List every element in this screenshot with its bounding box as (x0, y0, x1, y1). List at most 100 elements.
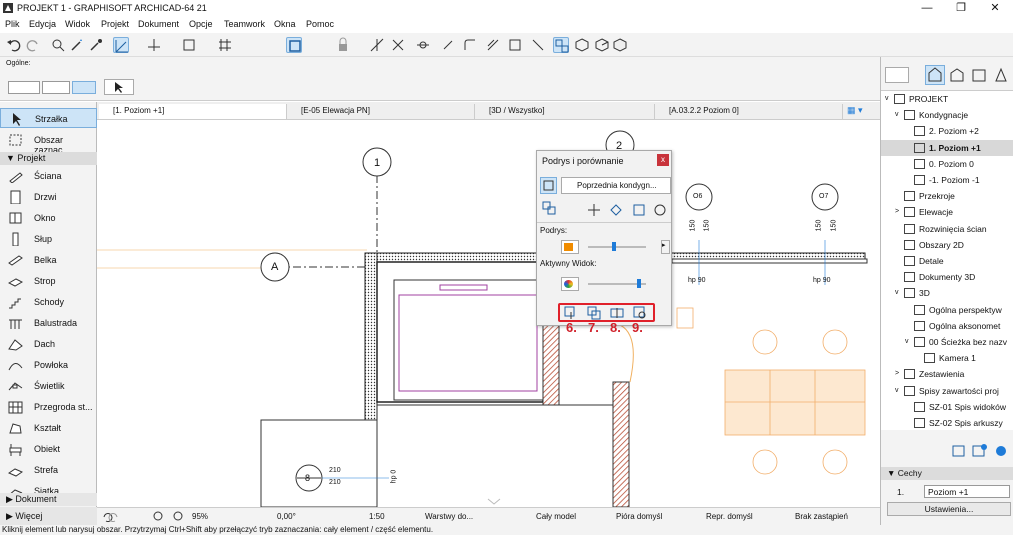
expand-icon[interactable]: v (895, 107, 899, 123)
minimize-button[interactable]: — (910, 0, 944, 17)
navigator-options-icon[interactable] (885, 67, 909, 83)
swap-reference-icon[interactable] (542, 201, 556, 215)
properties-header[interactable]: ▼ Cechy (881, 467, 1013, 480)
reset-view-icon[interactable] (633, 306, 647, 320)
podrys-opacity-slider[interactable] (588, 242, 646, 251)
expand-icon[interactable]: v (895, 383, 899, 399)
model-view-option[interactable]: Cały model (536, 512, 576, 521)
gravity-icon[interactable] (181, 37, 197, 53)
floor-plan-canvas[interactable]: 1 2 A O6 O7 150 150 150 150 hp 90 hp 90 … (97, 120, 880, 507)
tree-item[interactable]: Ogólna aksonomet (881, 318, 1013, 334)
snap-guides-icon[interactable] (146, 37, 162, 53)
tool-skylight[interactable]: Świetlik (0, 376, 97, 396)
resize-icon[interactable] (507, 37, 523, 53)
new-folder-icon[interactable] (951, 443, 1011, 459)
expand-icon[interactable]: v (885, 91, 889, 107)
tool-morph[interactable]: Kształt (0, 418, 97, 438)
publisher-sets-icon[interactable] (993, 67, 1009, 83)
restore-button[interactable]: ❐ (944, 0, 978, 17)
layer-combination[interactable]: Warstwy do... (425, 512, 473, 521)
tree-item[interactable]: 2. Poziom +2 (881, 123, 1013, 139)
close-window-button[interactable]: ✕ (978, 0, 1012, 17)
active-view-color-picker[interactable] (561, 277, 579, 291)
eyedropper-icon[interactable] (88, 37, 104, 53)
layout-book-icon[interactable] (971, 67, 987, 83)
tree-item[interactable]: Rozwinięcia ścian (881, 221, 1013, 237)
menu-projekt[interactable]: Projekt (101, 19, 129, 29)
marquee-method-dropdown[interactable] (42, 81, 70, 94)
mirror-view-icon[interactable] (610, 306, 624, 320)
zoom-icon[interactable] (153, 511, 193, 523)
tool-zone[interactable]: Strefa (0, 460, 97, 480)
slider-thumb[interactable] (636, 279, 641, 288)
tree-item[interactable]: 1. Poziom +1 (881, 139, 1013, 156)
menu-okna[interactable]: Okna (274, 19, 296, 29)
menu-teamwork[interactable]: Teamwork (224, 19, 265, 29)
tree-item[interactable]: -1. Poziom -1 (881, 172, 1013, 188)
tree-item[interactable]: v 3D (881, 285, 1013, 301)
3d-window-icon[interactable] (574, 37, 590, 53)
3d-explore-icon[interactable] (612, 37, 628, 53)
mirror-reference-icon[interactable] (632, 203, 646, 217)
redo-icon[interactable] (25, 37, 41, 53)
fillet-icon[interactable] (462, 37, 478, 53)
scale-value[interactable]: 1:50 (369, 512, 385, 521)
tab-3d[interactable]: [3D / Wszystko] (475, 104, 655, 119)
trim-icon[interactable] (369, 37, 385, 53)
tree-item[interactable]: v Kondygnacje (881, 107, 1013, 123)
tool-shell[interactable]: Powłoka (0, 355, 97, 375)
tree-item[interactable]: Kamera 1 (881, 350, 1013, 366)
tree-item[interactable]: v PROJEKT (881, 91, 1013, 107)
palette-close-button[interactable]: x (657, 154, 669, 166)
pen-set[interactable]: Pióra domyśl (616, 512, 662, 521)
offset-icon[interactable] (485, 37, 501, 53)
tool-roof[interactable]: Dach (0, 334, 97, 354)
tool-arrow[interactable]: Strzałka (0, 108, 97, 128)
adjust-icon[interactable] (440, 37, 456, 53)
tool-slab[interactable]: Strop (0, 271, 97, 291)
slider-thumb[interactable] (612, 242, 617, 251)
tool-beam[interactable]: Belka (0, 250, 97, 270)
rotate-reference-icon[interactable] (609, 203, 623, 217)
tab-elevation[interactable]: [E-05 Elewacja PN] (287, 104, 475, 119)
pointer-arrow-icon[interactable] (104, 79, 134, 95)
tool-column[interactable]: Słup (0, 229, 97, 249)
tree-item[interactable]: Dokumenty 3D (881, 269, 1013, 285)
active-view-opacity-slider[interactable] (588, 279, 646, 288)
tree-item[interactable]: v 00 Ścieżka bez nazv (881, 334, 1013, 350)
menu-edycja[interactable]: Edycja (29, 19, 56, 29)
guide-lines-icon[interactable] (113, 37, 129, 53)
view-map-icon[interactable] (949, 67, 965, 83)
menu-opcje[interactable]: Opcje (189, 19, 213, 29)
find-select-icon[interactable] (50, 37, 66, 53)
dimension-repr[interactable]: Repr. domyśl (706, 512, 753, 521)
tool-railing[interactable]: Balustrada (0, 313, 97, 333)
menu-plik[interactable]: Plik (5, 19, 20, 29)
tree-item[interactable]: > Elewacje (881, 204, 1013, 220)
undo-icon[interactable] (6, 37, 22, 53)
section-projekt[interactable]: ▼ Projekt (0, 152, 97, 165)
lock-icon[interactable] (335, 37, 351, 53)
settings-button[interactable]: Ustawienia... (887, 502, 1011, 516)
tool-curtain-wall[interactable]: Przegroda st... (0, 397, 97, 417)
tab-menu-icon[interactable]: ▦ ▾ (847, 105, 875, 117)
tree-item[interactable]: 0. Poziom 0 (881, 156, 1013, 172)
rotate-view-icon[interactable] (587, 306, 601, 320)
selection-method-dropdown[interactable] (8, 81, 40, 94)
angle-value[interactable]: 0,00° (277, 512, 296, 521)
tool-wall[interactable]: Ściana (0, 166, 97, 186)
expand-icon[interactable]: v (895, 285, 899, 301)
move-reference-icon[interactable] (587, 203, 601, 217)
tree-item[interactable]: Przekroje (881, 188, 1013, 204)
menu-widok[interactable]: Widok (65, 19, 90, 29)
magic-wand-icon[interactable] (69, 37, 85, 53)
trace-reference-icon[interactable] (553, 37, 569, 53)
section-more[interactable]: ▶ Więcej (0, 507, 97, 525)
3d-sync-icon[interactable] (594, 37, 610, 53)
tool-marquee[interactable]: Obszar zaznac... (0, 130, 97, 155)
rotate-marquee-icon[interactable] (72, 81, 96, 94)
tab-floor-plan[interactable]: [1. Poziom +1] (99, 104, 287, 119)
zoom-value[interactable]: 95% (192, 512, 208, 521)
trace-toggle-icon[interactable] (540, 177, 557, 194)
expand-icon[interactable]: v (905, 334, 909, 350)
